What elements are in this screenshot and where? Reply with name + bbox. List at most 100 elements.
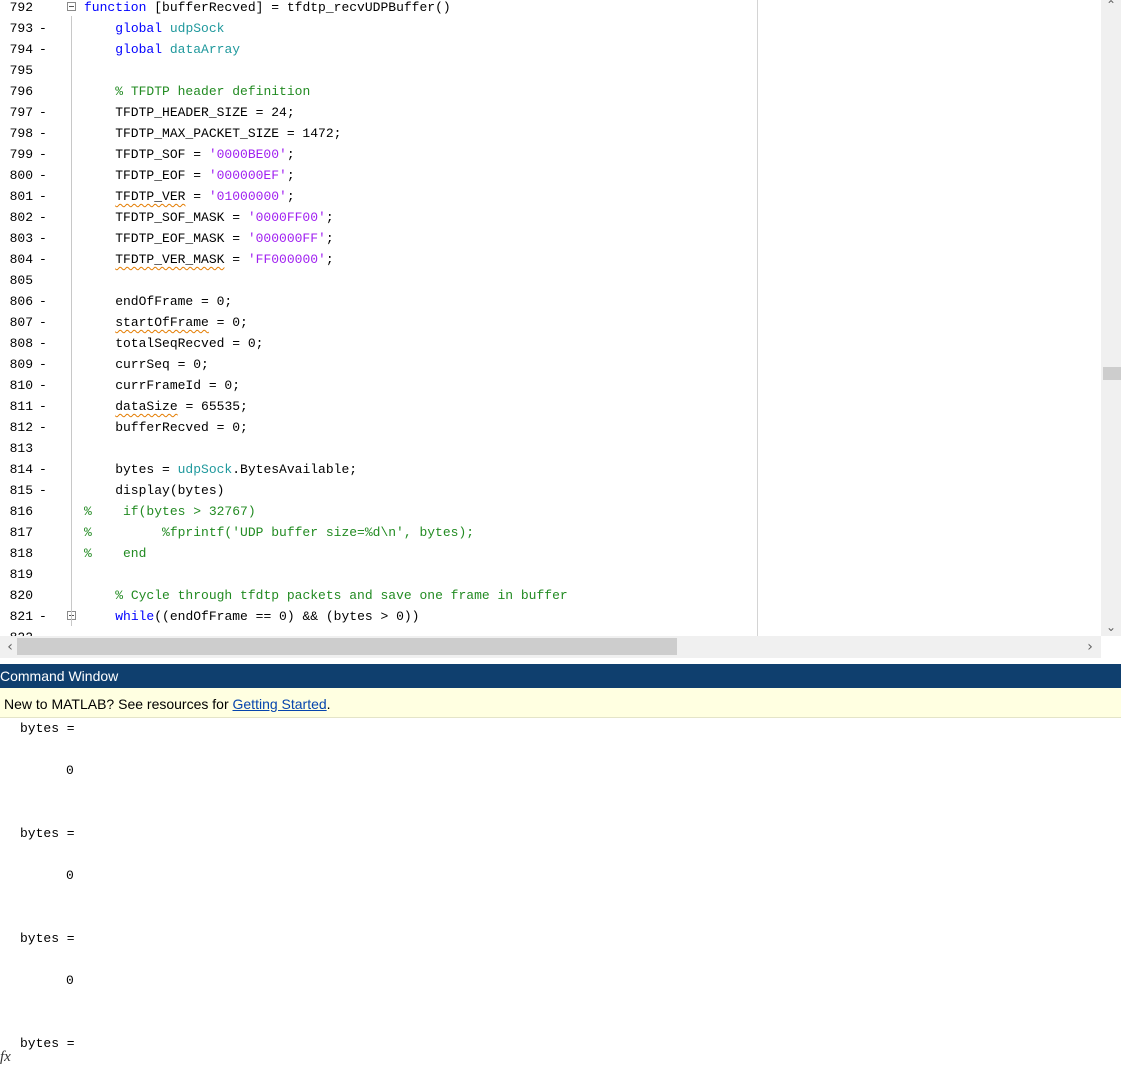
breakpoint-marker[interactable]: - <box>39 228 49 249</box>
line-number: 808 <box>9 336 33 351</box>
code-line[interactable]: 802- TFDTP_SOF_MASK = '0000FF00'; <box>0 207 1100 228</box>
code-line[interactable]: 803- TFDTP_EOF_MASK = '000000FF'; <box>0 228 1100 249</box>
code-text: TFDTP_VER = '01000000'; <box>115 189 295 204</box>
code-text: % Cycle through tfdtp packets and save o… <box>115 588 568 603</box>
chevron-up-icon[interactable]: ⌃ <box>1101 0 1121 12</box>
line-number: 801 <box>9 189 33 204</box>
breakpoint-marker[interactable]: - <box>39 144 49 165</box>
line-number: 814 <box>9 462 33 477</box>
code-line[interactable]: 815- display(bytes) <box>0 480 1100 501</box>
code-text: bufferRecved = 0; <box>84 420 248 435</box>
breakpoint-marker[interactable]: - <box>39 123 49 144</box>
getting-started-link[interactable]: Getting Started <box>233 696 327 712</box>
code-line[interactable]: 806- endOfFrame = 0; <box>0 291 1100 312</box>
code-line[interactable]: 821- while((endOfFrame == 0) && (bytes >… <box>0 606 1100 627</box>
code-text: TFDTP_SOF = '0000BE00'; <box>84 147 295 162</box>
code-line[interactable]: 818 % end <box>0 543 1100 564</box>
code-line[interactable]: 792 function [bufferRecved] = tfdtp_recvU… <box>0 0 1100 18</box>
breakpoint-marker[interactable]: - <box>39 291 49 312</box>
code-line[interactable]: 804- TFDTP_VER_MASK = 'FF000000'; <box>0 249 1100 270</box>
breakpoint-marker[interactable]: - <box>39 249 49 270</box>
code-line[interactable]: 813 <box>0 438 1100 459</box>
code-text: % %fprintf('UDP buffer size=%d\n', bytes… <box>84 525 475 540</box>
right-margin-line <box>757 0 758 636</box>
breakpoint-marker[interactable]: - <box>39 459 49 480</box>
breakpoint-marker[interactable]: - <box>39 375 49 396</box>
code-line[interactable]: 795 <box>0 60 1100 81</box>
command-window-title-text: Command Window <box>0 668 119 684</box>
code-line[interactable]: 793- global udpSock <box>0 18 1100 39</box>
breakpoint-marker[interactable]: - <box>39 333 49 354</box>
code-line[interactable]: 805 <box>0 270 1100 291</box>
breakpoint-marker[interactable]: - <box>39 480 49 501</box>
code-line[interactable]: 799- TFDTP_SOF = '0000BE00'; <box>0 144 1100 165</box>
code-line[interactable]: 811- dataSize = 65535; <box>0 396 1100 417</box>
code-line[interactable]: 794- global dataArray <box>0 39 1100 60</box>
code-line[interactable]: 810- currFrameId = 0; <box>0 375 1100 396</box>
chevron-right-icon[interactable]: › <box>1080 640 1100 654</box>
code-line[interactable]: 809- currSeq = 0; <box>0 354 1100 375</box>
line-number: 794 <box>9 42 33 57</box>
command-window-output[interactable]: bytes = 0 bytes = 0 bytes = 0 bytes = <box>0 718 1121 1063</box>
code-line[interactable]: 807- startOfFrame = 0; <box>0 312 1100 333</box>
chevron-down-icon[interactable]: ⌄ <box>1101 620 1121 634</box>
breakpoint-marker[interactable]: - <box>39 396 49 417</box>
breakpoint-marker[interactable]: - <box>39 186 49 207</box>
line-number: 796 <box>9 84 33 99</box>
code-text: % end <box>84 546 147 561</box>
breakpoint-marker[interactable]: - <box>39 165 49 186</box>
code-line[interactable]: 820 % Cycle through tfdtp packets and sa… <box>0 585 1100 606</box>
code-text: TFDTP_MAX_PACKET_SIZE = 1472; <box>84 126 342 141</box>
code-line[interactable]: 798- TFDTP_MAX_PACKET_SIZE = 1472; <box>0 123 1100 144</box>
code-text: TFDTP_EOF = '000000EF'; <box>84 168 295 183</box>
breakpoint-marker[interactable]: - <box>39 102 49 123</box>
breakpoint-marker[interactable]: - <box>39 312 49 333</box>
breakpoint-marker[interactable]: - <box>39 417 49 438</box>
code-area[interactable]: 792 function [bufferRecved] = tfdtp_recvU… <box>0 0 1100 637</box>
code-text: global udpSock <box>115 21 225 36</box>
notice-text: New to MATLAB? See resources for <box>4 696 233 712</box>
horizontal-scroll-thumb[interactable] <box>17 638 677 655</box>
line-number: 806 <box>9 294 33 309</box>
code-text: TFDTP_SOF_MASK = '0000FF00'; <box>84 210 334 225</box>
code-line[interactable]: 816 % if(bytes > 32767) <box>0 501 1100 522</box>
line-number: 792 <box>9 0 33 15</box>
output-value: 0 <box>66 973 74 988</box>
code-line[interactable]: 812- bufferRecved = 0; <box>0 417 1100 438</box>
code-text: global dataArray <box>115 42 241 57</box>
code-text: currSeq = 0; <box>84 357 209 372</box>
code-text: TFDTP_HEADER_SIZE = 24; <box>84 105 295 120</box>
command-window-title: Command Window <box>0 664 1121 688</box>
line-number: 798 <box>9 126 33 141</box>
code-line[interactable]: 800- TFDTP_EOF = '000000EF'; <box>0 165 1100 186</box>
code-text: currFrameId = 0; <box>84 378 241 393</box>
notice-suffix: . <box>326 696 331 712</box>
code-text: % TFDTP header definition <box>115 84 311 99</box>
code-line[interactable]: 801- TFDTP_VER = '01000000'; <box>0 186 1100 207</box>
code-line[interactable]: 797- TFDTP_HEADER_SIZE = 24; <box>0 102 1100 123</box>
code-line[interactable]: 796 % TFDTP header definition <box>0 81 1100 102</box>
line-number: 795 <box>9 63 33 78</box>
breakpoint-marker[interactable]: - <box>39 207 49 228</box>
vertical-scrollbar[interactable] <box>1101 0 1121 636</box>
code-text: startOfFrame = 0; <box>115 315 248 330</box>
line-number: 819 <box>9 567 33 582</box>
code-text: TFDTP_EOF_MASK = '000000FF'; <box>84 231 334 246</box>
code-line[interactable]: 817 % %fprintf('UDP buffer size=%d\n', by… <box>0 522 1100 543</box>
collapse-icon[interactable] <box>67 2 76 11</box>
code-text: % if(bytes > 32767) <box>84 504 256 519</box>
breakpoint-marker[interactable]: - <box>39 18 49 39</box>
getting-started-notice: New to MATLAB? See resources for Getting… <box>0 688 1121 718</box>
code-text: TFDTP_VER_MASK = 'FF000000'; <box>115 252 334 267</box>
line-number: 820 <box>9 588 33 603</box>
code-line[interactable]: 819 <box>0 564 1100 585</box>
line-number: 797 <box>9 105 33 120</box>
line-number: 805 <box>9 273 33 288</box>
breakpoint-marker[interactable]: - <box>39 606 49 627</box>
breakpoint-marker[interactable]: - <box>39 39 49 60</box>
vertical-scroll-thumb[interactable] <box>1103 367 1121 380</box>
chevron-left-icon[interactable]: ‹ <box>0 640 20 654</box>
breakpoint-marker[interactable]: - <box>39 354 49 375</box>
code-line[interactable]: 808- totalSeqRecved = 0; <box>0 333 1100 354</box>
code-line[interactable]: 814- bytes = udpSock.BytesAvailable; <box>0 459 1100 480</box>
